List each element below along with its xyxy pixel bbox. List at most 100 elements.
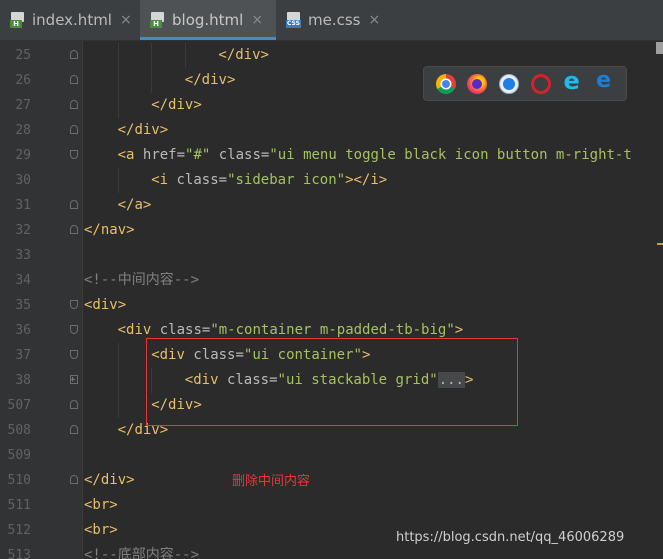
code-text: <!--中间内容--> [84,268,199,293]
expand-fold-icon[interactable] [70,368,78,393]
close-icon[interactable]: × [251,12,263,28]
tab-blog-html[interactable]: Hblog.html × [140,0,276,40]
indent-guide [117,343,119,368]
line-number: 510 [7,473,31,488]
code-editor[interactable]: 25 </div> 26 </div> 27 </div> 28 </div> 29 <a hre… [0,42,663,559]
code-text: <br> [84,493,118,518]
line-number: 37 [15,348,31,363]
scrollbar-marker[interactable] [656,42,663,54]
code-line[interactable]: 33 [0,243,663,268]
edge-icon[interactable] [594,68,614,94]
code-text: </nav> [84,218,135,243]
code-line[interactable]: 34 <!--中间内容--> [0,268,663,293]
indent-guide [117,393,119,418]
line-number: 26 [15,73,31,88]
token-tag: <br> [84,497,118,513]
fold-marker-icon[interactable] [70,400,78,409]
indent-guide [117,43,119,68]
safari-icon[interactable] [499,73,520,94]
code-text: </div> [185,68,236,93]
annotation-text: 删除中间内容 [232,474,311,489]
code-text: </a> [118,193,152,218]
line-number: 513 [7,548,31,559]
line-number: 25 [15,48,31,63]
token-tag: <div> [84,297,127,313]
code-text: </div> [118,118,169,143]
highlight-box [146,338,518,426]
token-tag: </div> [151,97,202,113]
token-tag: ></i> [345,172,388,188]
line-number: 36 [15,323,31,338]
fold-marker-icon[interactable] [70,200,78,209]
tab-label: blog.html [172,11,244,29]
token-cmt: <!--底部内容--> [84,547,200,559]
fold-marker-icon[interactable] [70,100,78,109]
code-text: </div> [84,468,135,493]
code-line[interactable]: 513 <!--底部内容--> [0,543,663,559]
indent-guide [117,68,119,93]
editor-tab-bar: Hindex.html × Hblog.html × CSS me.css × [0,0,663,41]
token-tag: </a> [117,197,152,213]
token-val: "sidebar icon" [227,172,346,188]
opera-icon[interactable] [530,73,551,94]
indent-guide [151,68,153,93]
token-tag: <a [117,147,143,163]
close-icon[interactable]: × [120,12,132,28]
indent-guide [151,43,153,68]
line-number: 29 [15,148,31,163]
line-number: 507 [7,398,31,413]
css-file-icon: CSS [286,12,302,28]
fold-marker-icon[interactable] [70,225,78,234]
code-text: <div> [84,293,126,318]
open-in-browser-toolbar [423,66,627,101]
line-number: 31 [15,198,31,213]
token-val: "#" [185,147,211,163]
fold-marker-icon[interactable] [70,300,78,309]
code-line[interactable]: 31 </a> [0,193,663,218]
code-line[interactable]: 29 <a href="#" class="ui menu toggle blac… [0,143,663,168]
line-number: 28 [15,123,31,138]
code-line[interactable]: 25 </div> [0,43,663,68]
indent-guide [117,168,119,193]
code-line[interactable]: 28 </div> [0,118,663,143]
token-attr: class= [159,322,211,338]
close-icon[interactable]: × [369,12,381,28]
watermark-text: https://blog.csdn.net/qq_46006289 [396,530,625,545]
fold-marker-icon[interactable] [70,350,78,359]
fold-marker-icon[interactable] [70,50,78,59]
token-tag: </div> [117,122,169,138]
token-attr: class= [176,172,228,188]
firefox-icon[interactable] [467,73,488,94]
code-line[interactable]: 510 </div> [0,468,663,493]
tab-label: me.css [308,11,361,29]
token-cmt: <!--中间内容--> [84,272,200,288]
code-line[interactable]: 511 <br> [0,493,663,518]
fold-marker-icon[interactable] [70,150,78,159]
code-line[interactable]: 35 <div> [0,293,663,318]
code-text: </div> [218,43,269,68]
fold-marker-icon[interactable] [70,425,78,434]
token-tag: </div> [184,72,236,88]
fold-marker-icon[interactable] [70,325,78,334]
indent-guide [117,93,119,118]
tab-index-html[interactable]: Hindex.html × [0,0,140,40]
ie-icon[interactable] [562,67,582,95]
fold-marker-icon[interactable] [70,125,78,134]
code-text: <br> [84,518,118,543]
html-file-icon: H [10,12,26,28]
fold-marker-icon[interactable] [70,75,78,84]
line-number: 32 [15,223,31,238]
token-tag: </div> [84,472,135,488]
token-attr: class= [210,147,270,163]
tab-me-css[interactable]: CSS me.css × [276,0,388,40]
fold-marker-icon[interactable] [70,475,78,484]
line-number: 509 [7,448,31,463]
token-tag: <i [151,172,177,188]
line-number: 512 [7,523,31,538]
code-line[interactable]: 30 <i class="sidebar icon"></i> [0,168,663,193]
code-line[interactable]: 32 </nav> [0,218,663,243]
token-tag: > [454,322,464,338]
token-attr: href= [142,147,186,163]
chrome-icon[interactable] [435,73,456,94]
code-line[interactable]: 509 [0,443,663,468]
